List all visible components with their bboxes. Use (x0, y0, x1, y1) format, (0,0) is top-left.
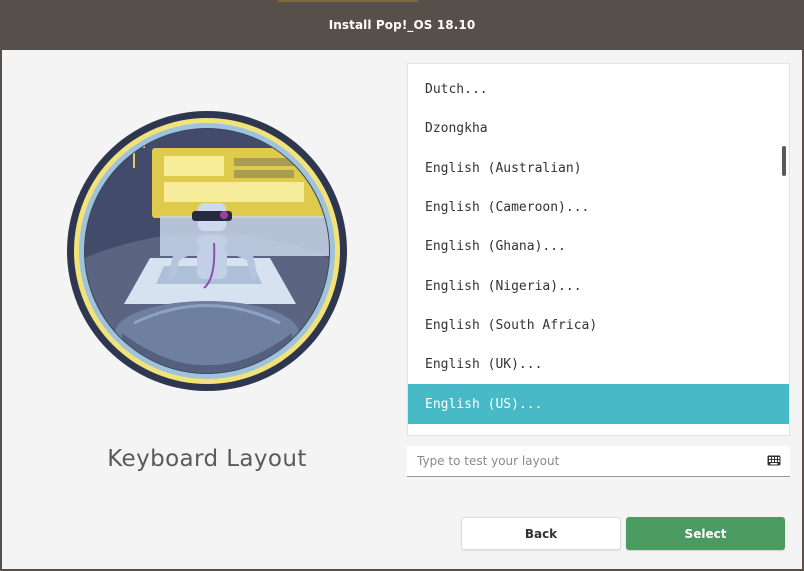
list-item-label: English (Nigeria)... (425, 278, 582, 294)
test-layout-field[interactable] (407, 446, 790, 477)
robot-keyboard-illustration (67, 111, 347, 391)
page-title: Keyboard Layout (107, 446, 307, 472)
list-item-label: Dutch... (425, 82, 488, 98)
keyboard-icon (767, 455, 781, 466)
keyboard-layout-list[interactable]: Dutch... Dzongkha English (Australian) E… (407, 63, 790, 436)
list-item[interactable]: Dutch... (408, 70, 789, 109)
window-title: Install Pop!_OS 18.10 (328, 18, 476, 32)
list-item[interactable]: English (Ghana)... (408, 227, 789, 266)
list-item-label: English (UK)... (425, 357, 543, 373)
list-item-label: English (Australian) (425, 160, 582, 176)
back-button[interactable]: Back (461, 517, 621, 550)
list-item-label: English (South Africa) (425, 317, 598, 333)
test-layout-input[interactable] (407, 446, 747, 476)
list-item-label: English (Ghana)... (425, 239, 566, 255)
list-item[interactable]: English (Australian) (408, 149, 789, 188)
list-item[interactable]: English (South Africa) (408, 306, 789, 345)
installer-window: Install Pop!_OS 18.10 Keyboard Layout Du… (0, 0, 804, 571)
list-item-label: English (US)... (425, 396, 543, 412)
title-bar[interactable]: Install Pop!_OS 18.10 (0, 0, 804, 50)
list-item[interactable]: English (Nigeria)... (408, 266, 789, 305)
list-item-selected[interactable]: English (US)... (408, 384, 789, 424)
list-scrollbar[interactable] (782, 146, 786, 176)
select-button[interactable]: Select (626, 517, 785, 550)
title-accent (278, 0, 418, 2)
list-item-label: English (Cameroon)... (425, 200, 590, 216)
list-item[interactable]: English (Cameroon)... (408, 188, 789, 227)
list-item[interactable]: Dzongkha (408, 109, 789, 148)
list-item-label: Dzongkha (425, 121, 488, 137)
main-content: Keyboard Layout Dutch... Dzongkha Englis… (2, 50, 802, 569)
list-item[interactable]: English (UK)... (408, 345, 789, 384)
